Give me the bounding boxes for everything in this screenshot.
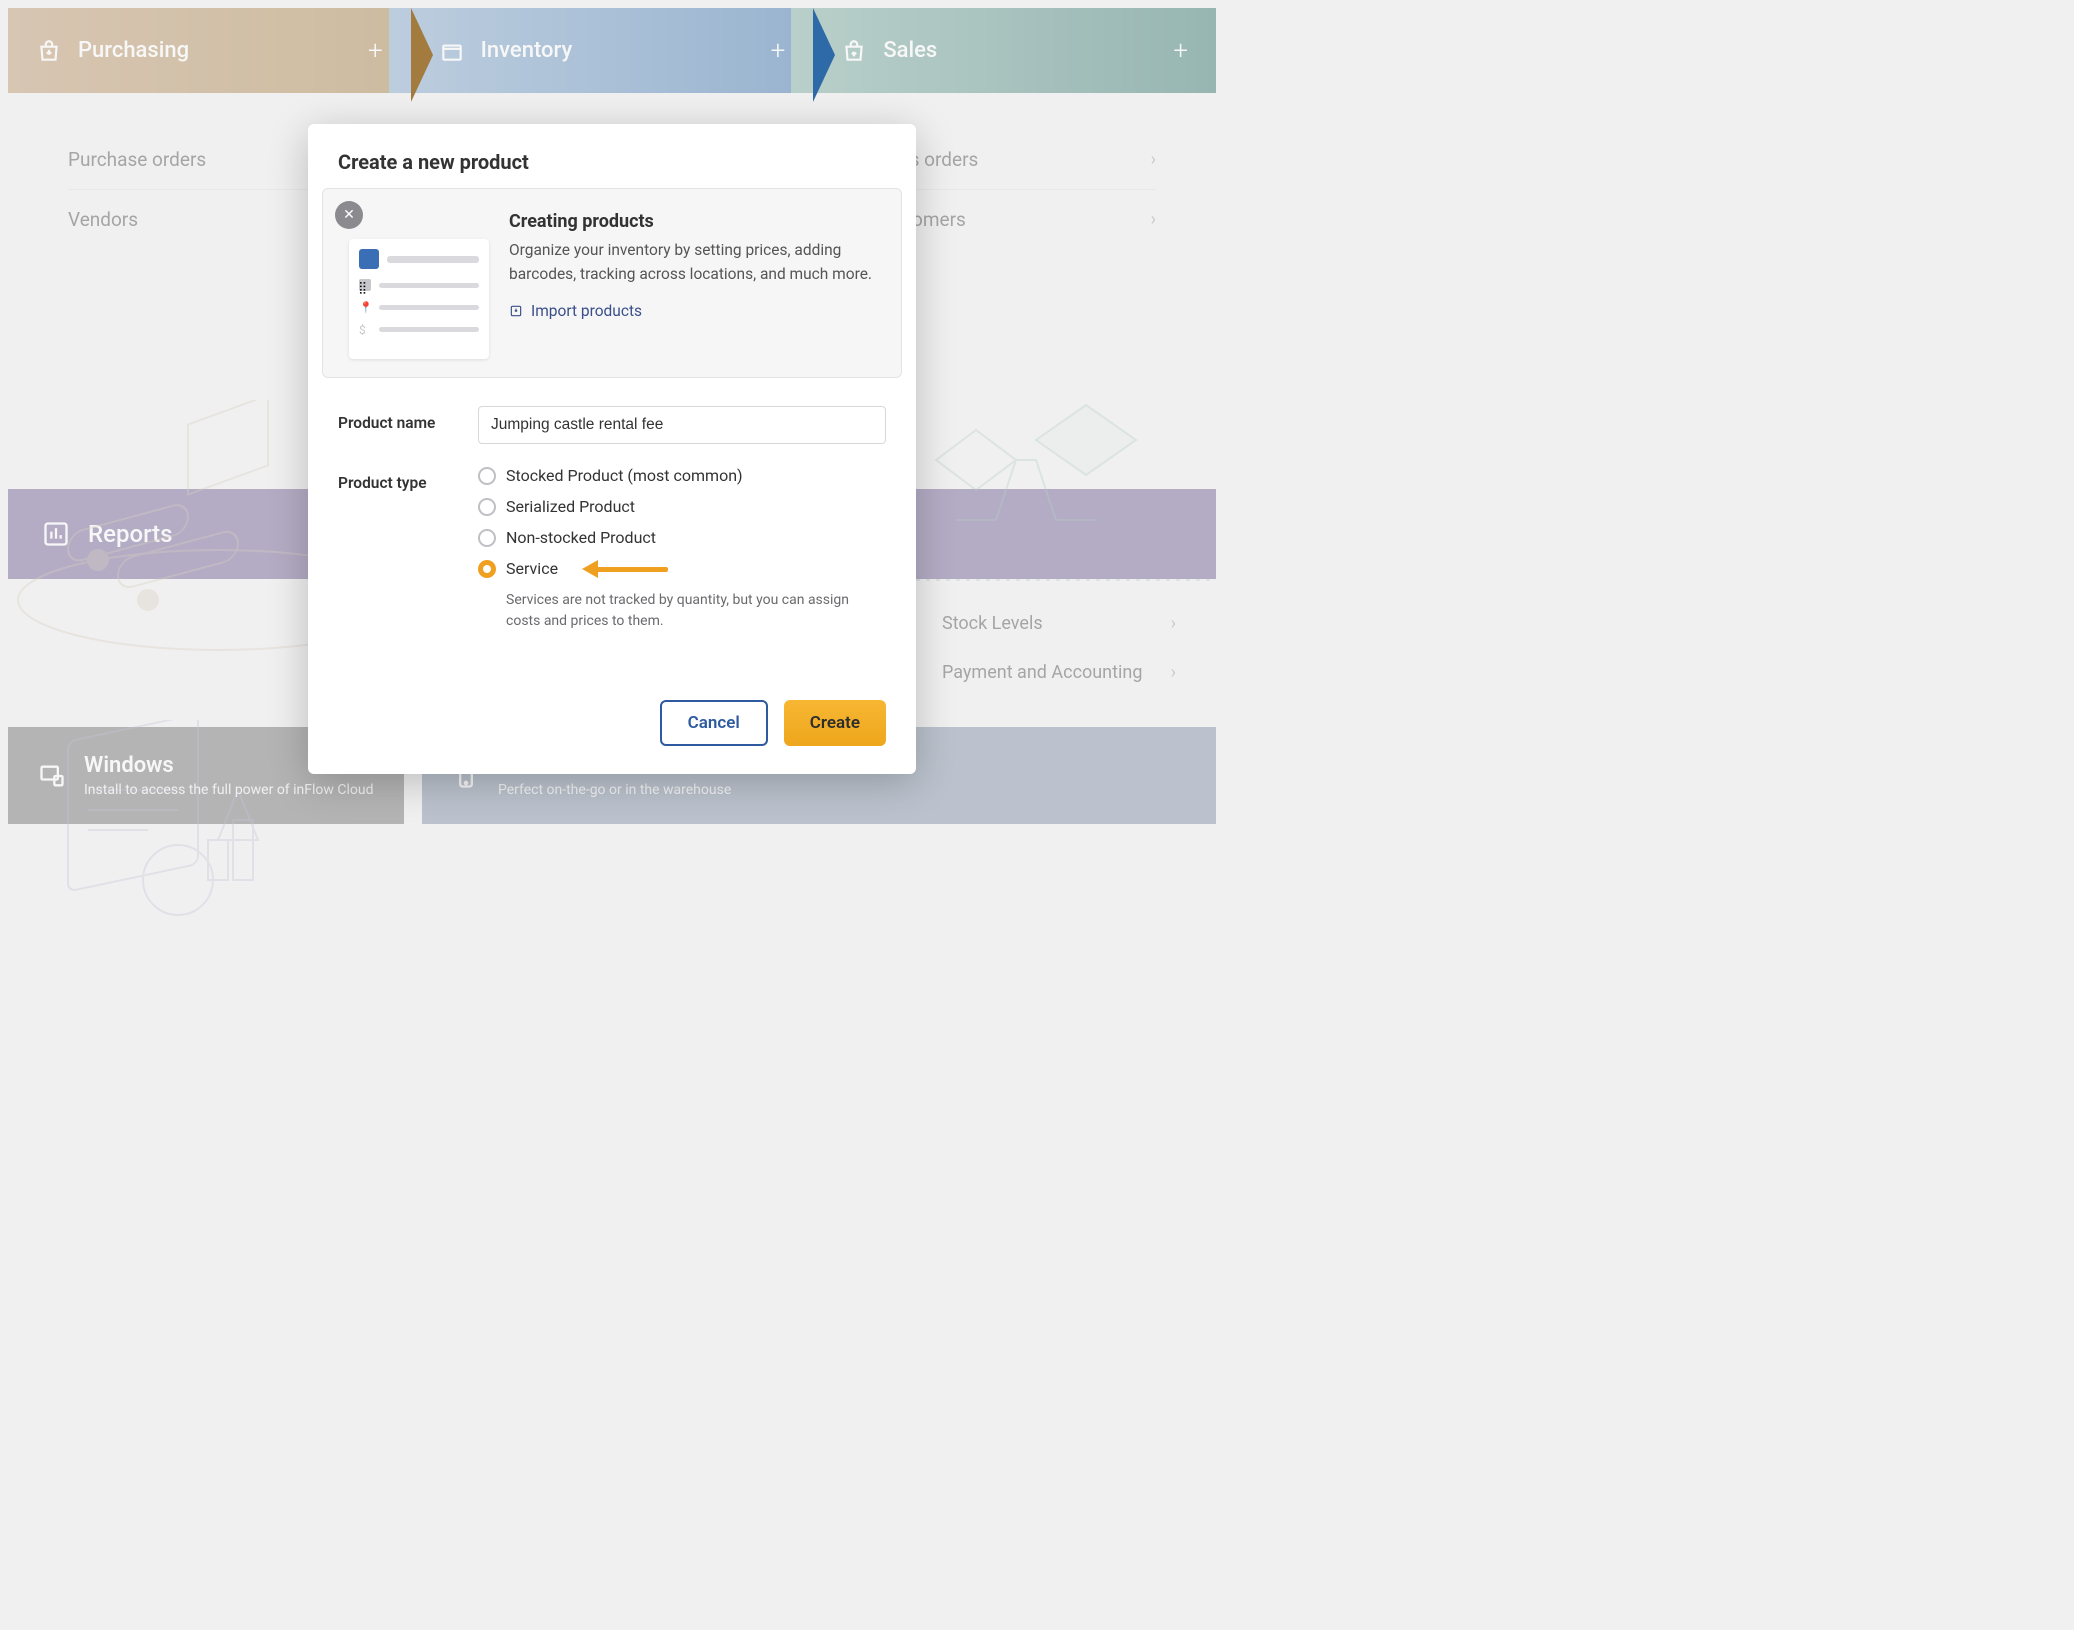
radio-nonstocked-product[interactable]: Non-stocked Product — [478, 528, 886, 547]
cancel-button[interactable]: Cancel — [660, 700, 768, 746]
bag-up-icon — [841, 38, 867, 64]
radio-label: Serialized Product — [506, 497, 635, 516]
tab-label: Sales — [883, 38, 937, 63]
import-icon — [509, 304, 523, 318]
radio-icon — [478, 498, 496, 516]
radio-icon — [478, 467, 496, 485]
create-button[interactable]: Create — [784, 700, 886, 746]
radio-serialized-product[interactable]: Serialized Product — [478, 497, 886, 516]
import-products-link[interactable]: Import products — [509, 302, 881, 320]
modal-title: Create a new product — [308, 124, 916, 188]
tab-inventory[interactable]: Inventory + — [389, 8, 814, 93]
radio-label: Service — [506, 559, 558, 578]
info-banner: ✕ ⦙⦙ 📍 $ Creating products Organize your… — [322, 188, 902, 378]
product-type-label: Product type — [338, 466, 478, 492]
tab-sales[interactable]: Sales + — [791, 8, 1216, 93]
product-name-input[interactable] — [478, 406, 886, 444]
product-name-label: Product name — [338, 406, 478, 432]
plus-icon[interactable]: + — [1173, 36, 1188, 66]
radio-service[interactable]: Service — [478, 559, 886, 578]
annotation-arrow-icon — [582, 562, 668, 576]
radio-icon — [478, 560, 496, 578]
tab-purchasing[interactable]: Purchasing + — [8, 8, 411, 93]
chevron-right-icon: › — [1151, 149, 1156, 170]
decorative-illustration — [896, 380, 1216, 640]
import-link-label: Import products — [531, 302, 642, 320]
radio-stocked-product[interactable]: Stocked Product (most common) — [478, 466, 886, 485]
product-thumbnail-illustration: ⦙⦙ 📍 $ — [349, 239, 489, 359]
tab-label: Purchasing — [78, 38, 189, 63]
decorative-illustration — [28, 720, 308, 920]
chevron-right-icon: › — [1151, 209, 1156, 230]
radio-icon — [478, 529, 496, 547]
bag-down-icon — [36, 38, 62, 64]
card-sub: Install to access the full power of inFl… — [84, 782, 374, 798]
service-hint: Services are not tracked by quantity, bu… — [506, 590, 886, 632]
info-body: Organize your inventory by setting price… — [509, 238, 881, 286]
plus-icon[interactable]: + — [368, 36, 383, 66]
info-heading: Creating products — [509, 211, 881, 232]
tab-label: Inventory — [481, 38, 573, 63]
chevron-right-icon: › — [1171, 662, 1176, 683]
close-icon[interactable]: ✕ — [335, 201, 363, 229]
card-sub: Perfect on-the-go or in the warehouse — [498, 782, 731, 798]
radio-label: Non-stocked Product — [506, 528, 656, 547]
create-product-modal: Create a new product ✕ ⦙⦙ 📍 $ Creating p… — [308, 124, 916, 774]
top-tabs: Purchasing + Inventory + Sales + — [0, 0, 1224, 93]
radio-label: Stocked Product (most common) — [506, 466, 743, 485]
link-payment-accounting[interactable]: Payment and Accounting› — [942, 648, 1176, 697]
plus-icon[interactable]: + — [771, 36, 786, 66]
box-icon — [439, 38, 465, 64]
